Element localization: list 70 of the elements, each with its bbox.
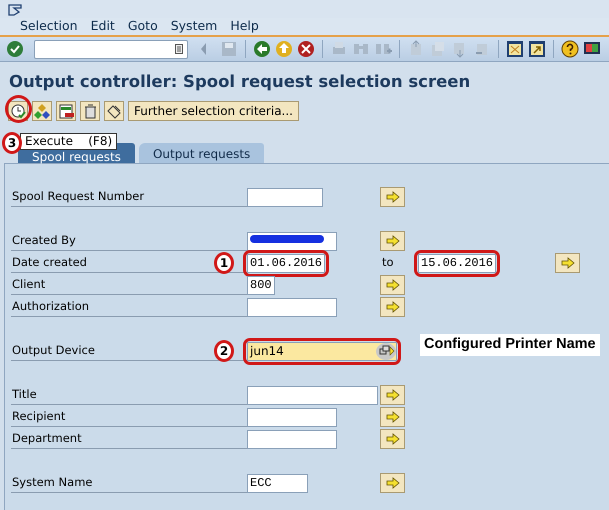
input-field[interactable]: 800	[247, 276, 275, 294]
right-arrow-icon	[386, 301, 400, 313]
command-field[interactable]	[34, 40, 188, 58]
shortcut-icon[interactable]	[528, 40, 546, 58]
step-marker: 2	[214, 340, 234, 362]
help-icon[interactable]	[561, 40, 579, 58]
menu-item[interactable]: Edit	[90, 17, 115, 36]
field-label: Spool Request Number	[11, 187, 247, 207]
cancel-icon[interactable]	[297, 40, 315, 58]
window-layout-icon[interactable]	[506, 40, 524, 58]
right-arrow-icon	[386, 411, 400, 423]
input-field[interactable]: ECC	[247, 474, 308, 492]
menu-item[interactable]: Goto	[128, 17, 158, 36]
field-label: System Name	[11, 473, 247, 493]
menu-item[interactable]: Help	[230, 17, 259, 36]
multiple-selection-button[interactable]	[380, 385, 405, 405]
hide-selection-button[interactable]	[56, 101, 76, 121]
value-help-icon[interactable]	[377, 344, 395, 358]
multiple-selection-button[interactable]	[380, 407, 405, 427]
right-arrow-icon	[386, 235, 400, 247]
further-selection-button[interactable]: Further selection criteria...	[128, 101, 299, 121]
step-marker: 1	[214, 252, 234, 274]
field-label: Department	[11, 429, 247, 449]
right-arrow-icon	[560, 257, 574, 269]
highlight-ring	[5, 95, 32, 123]
multiple-selection-button[interactable]	[380, 297, 405, 317]
multiple-selection-button[interactable]	[380, 429, 405, 449]
field-label: Created By	[11, 231, 247, 251]
delete-button[interactable]	[80, 101, 100, 121]
input-field[interactable]	[247, 298, 337, 316]
system-menu-icon[interactable]	[8, 4, 22, 16]
right-arrow-icon	[386, 477, 400, 489]
input-field[interactable]	[247, 430, 337, 448]
multiple-selection-button[interactable]	[380, 473, 405, 493]
clock-check-icon	[10, 103, 26, 119]
check-icon[interactable]	[6, 40, 24, 58]
tab[interactable]: Output requests	[138, 143, 264, 163]
callout-label: Configured Printer Name	[420, 334, 600, 356]
field-label: Client	[11, 275, 247, 295]
multiple-selection-button[interactable]	[380, 231, 405, 251]
right-arrow-icon	[386, 389, 400, 401]
variant-button[interactable]	[32, 101, 52, 121]
input-field[interactable]	[247, 232, 337, 250]
input-field[interactable]	[247, 408, 337, 426]
history-icon[interactable]	[175, 44, 183, 54]
field-label: Recipient	[11, 407, 247, 427]
field-label: Authorization	[11, 297, 247, 317]
to-label: to	[381, 254, 395, 272]
menu-item[interactable]: System	[170, 17, 218, 36]
right-arrow-icon	[386, 433, 400, 445]
multiple-selection-button[interactable]	[380, 187, 405, 207]
eraser-icon	[106, 103, 122, 119]
multiple-selection-button[interactable]	[380, 275, 405, 295]
input-field[interactable]	[247, 188, 323, 206]
step-marker: 3	[2, 132, 22, 154]
input-field[interactable]	[247, 386, 378, 404]
output-device-field[interactable]: jun14	[247, 342, 397, 360]
right-arrow-icon	[386, 191, 400, 203]
screen-title: Output controller: Spool request selection screen	[8, 71, 472, 92]
input-field[interactable]: 15.06.2016	[418, 254, 496, 272]
diamonds-icon	[34, 103, 50, 119]
input-field[interactable]: 01.06.2016	[247, 254, 325, 272]
trash-icon	[82, 103, 98, 119]
tooltip: Execute (F8)	[20, 133, 118, 150]
multiple-selection-button[interactable]	[555, 253, 580, 273]
right-arrow-icon	[386, 279, 400, 291]
form-icon	[58, 103, 74, 119]
field-label: Title	[11, 385, 247, 405]
menu-item[interactable]: Selection	[20, 17, 78, 36]
clear-button[interactable]	[104, 101, 124, 121]
